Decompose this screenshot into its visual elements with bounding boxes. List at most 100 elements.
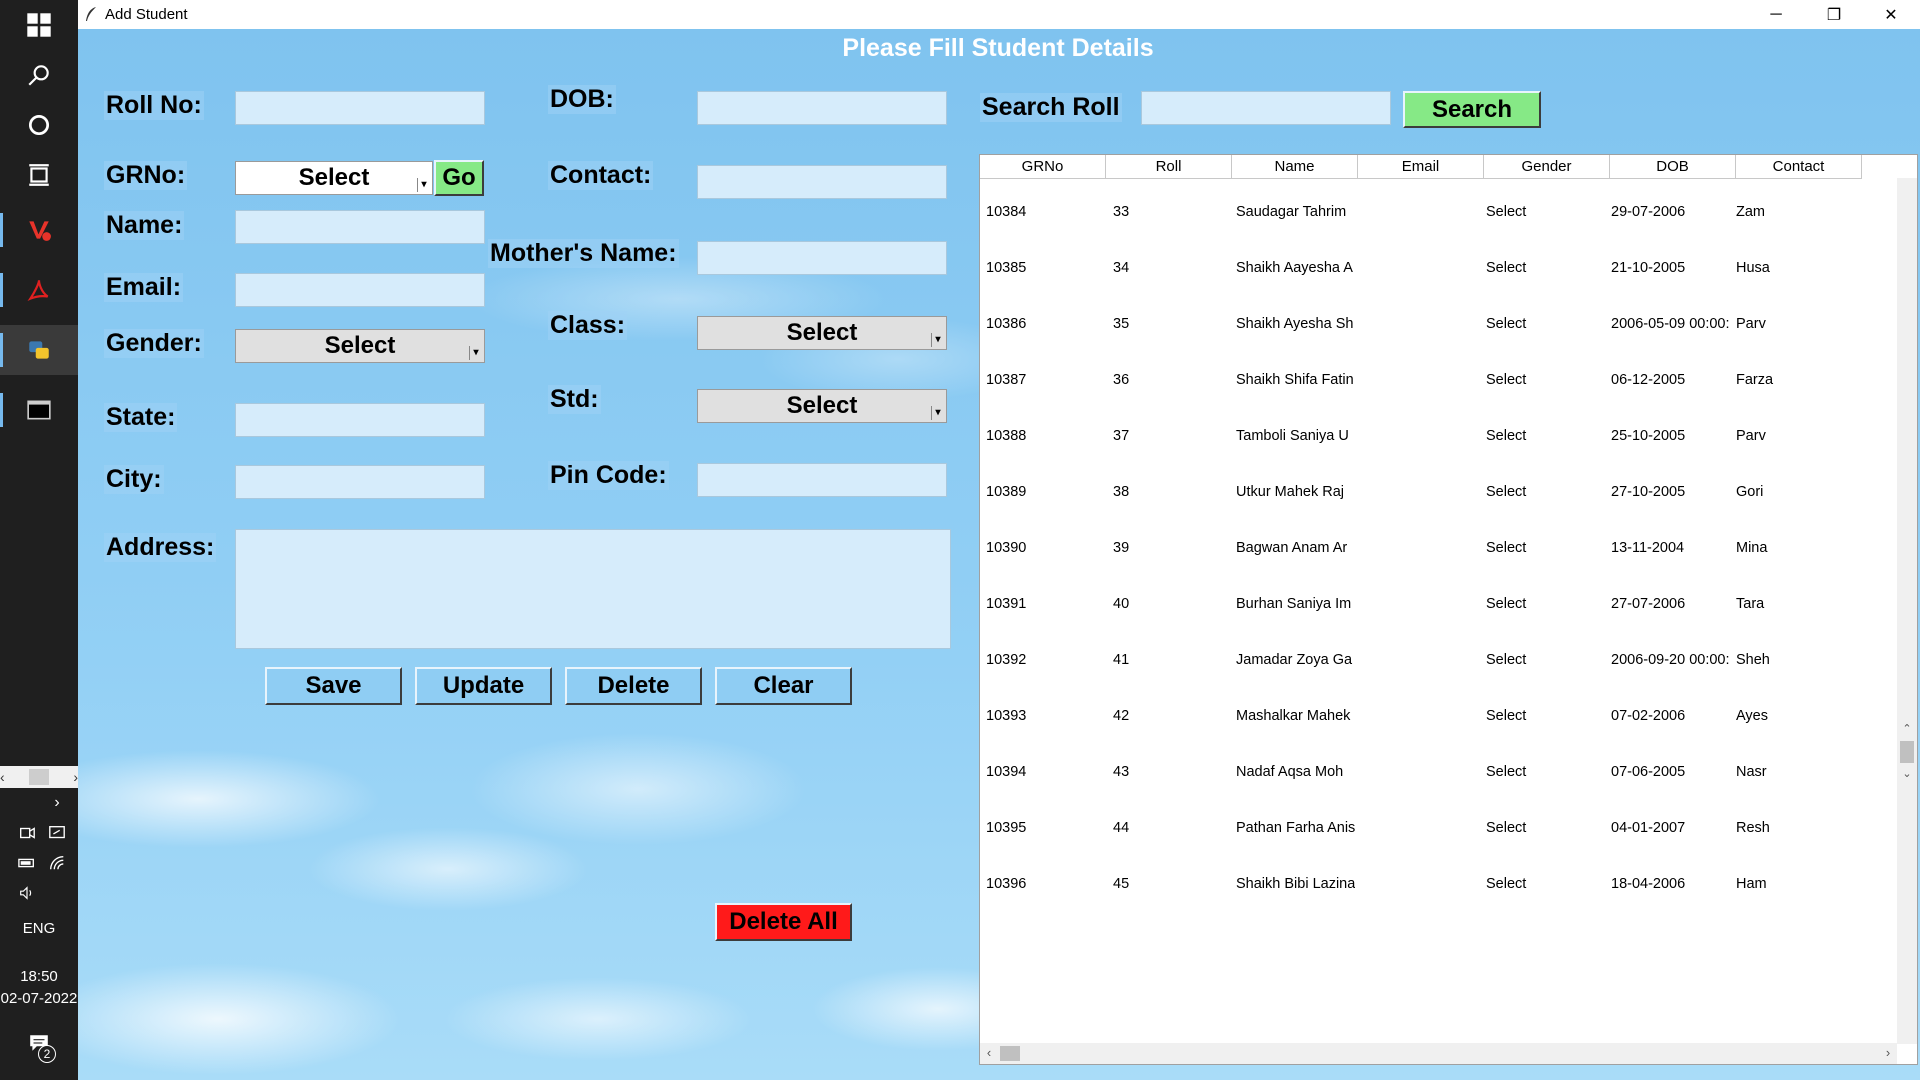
- scroll-up-icon[interactable]: ⌃: [1897, 722, 1917, 736]
- table-cell: 07-06-2005: [1611, 764, 1686, 780]
- table-cell: 43: [1113, 764, 1130, 780]
- name-input[interactable]: [235, 210, 485, 244]
- minimize-button[interactable]: ─: [1747, 0, 1805, 29]
- column-header[interactable]: Contact: [1736, 155, 1862, 179]
- table-cell: Bagwan Anam Ar: [1236, 540, 1348, 556]
- table-cell: Select: [1486, 876, 1527, 892]
- taskbar-terminal[interactable]: [0, 385, 78, 435]
- column-header[interactable]: Roll: [1106, 155, 1232, 179]
- mothers-name-label: Mother's Name:: [488, 239, 679, 268]
- table-row[interactable]: 10384 33 Saudagar Tahrim Select 29-07-2006 Za…: [980, 200, 1855, 224]
- vertical-scroll-thumb[interactable]: [1900, 741, 1914, 763]
- screen-share-icon[interactable]: [46, 822, 68, 844]
- taskbar-scrollbar[interactable]: ‹ ›: [0, 766, 78, 788]
- battery-icon[interactable]: [16, 852, 38, 874]
- meet-now-icon[interactable]: [16, 822, 38, 844]
- table-row[interactable]: 10390 39 Bagwan Anam Ar Select 13-11-2004 Min…: [980, 536, 1855, 560]
- std-select[interactable]: Select ▾: [697, 389, 947, 423]
- grno-select[interactable]: Select ▾: [235, 161, 433, 195]
- restore-button[interactable]: ❐: [1805, 0, 1863, 29]
- table-cell: 41: [1113, 652, 1130, 668]
- column-header[interactable]: GRNo: [980, 155, 1106, 179]
- clear-button[interactable]: Clear: [715, 667, 852, 705]
- class-label: Class:: [548, 311, 628, 340]
- student-table[interactable]: GRNo Roll Name Email Gender DOB Contact 10384 3…: [979, 154, 1918, 1065]
- scroll-right-icon[interactable]: ›: [1881, 1045, 1895, 1062]
- volume-icon[interactable]: [16, 882, 38, 904]
- table-row[interactable]: 10387 36 Shaikh Shifa Fatin Select 06-12-200…: [980, 368, 1855, 392]
- close-button[interactable]: ✕: [1862, 0, 1920, 29]
- column-header[interactable]: DOB: [1610, 155, 1736, 179]
- table-row[interactable]: 10391 40 Burhan Saniya Im Select 27-07-2006 T…: [980, 592, 1855, 616]
- update-button[interactable]: Update: [415, 667, 552, 705]
- table-cell: Husa: [1736, 260, 1770, 276]
- dob-input[interactable]: [697, 91, 947, 125]
- table-row[interactable]: 10389 38 Utkur Mahek Raj Select 27-10-2005 Go…: [980, 480, 1855, 504]
- column-header[interactable]: Email: [1358, 155, 1484, 179]
- table-cell: [1355, 872, 1480, 896]
- table-row[interactable]: 10394 43 Nadaf Aqsa Moh Select 07-06-2005 Nas…: [980, 760, 1855, 784]
- scroll-left-icon[interactable]: ‹: [982, 1045, 996, 1062]
- table-cell: 18-04-2006: [1611, 876, 1686, 892]
- clock-time[interactable]: 18:50: [0, 968, 78, 985]
- table-cell: 33: [1113, 204, 1130, 220]
- chevron-down-icon[interactable]: ▾: [931, 333, 944, 347]
- roll-no-input[interactable]: [235, 91, 485, 125]
- column-header[interactable]: Gender: [1484, 155, 1610, 179]
- search-button[interactable]: Search: [1403, 91, 1541, 128]
- vertical-scrollbar[interactable]: ⌃ ⌄: [1897, 178, 1917, 1044]
- chevron-down-icon[interactable]: ▾: [931, 406, 944, 420]
- std-select-value: Select: [786, 392, 858, 419]
- scroll-thumb[interactable]: [29, 769, 49, 785]
- save-button[interactable]: Save: [265, 667, 402, 705]
- gender-select-value: Select: [324, 332, 396, 359]
- table-row[interactable]: 10396 45 Shaikh Bibi Lazina Select 18-04-200…: [980, 872, 1855, 896]
- table-cell: 29-07-2006: [1611, 204, 1686, 220]
- search-button[interactable]: [0, 50, 78, 100]
- class-select[interactable]: Select ▾: [697, 316, 947, 350]
- table-row[interactable]: 10386 35 Shaikh Ayesha Sh Select 2006-05-09 …: [980, 312, 1855, 336]
- search-roll-input[interactable]: [1141, 91, 1391, 125]
- taskbar-app-v[interactable]: [0, 205, 78, 255]
- mothers-name-input[interactable]: [697, 241, 947, 275]
- email-input[interactable]: [235, 273, 485, 307]
- table-cell: Farza: [1736, 372, 1774, 388]
- window-title: Add Student: [105, 6, 188, 23]
- cortana-button[interactable]: [0, 100, 78, 150]
- taskbar-python[interactable]: [0, 325, 78, 375]
- title-bar[interactable]: Add Student ─ ❐ ✕: [78, 0, 1920, 29]
- table-row[interactable]: 10395 44 Pathan Farha Anis Select 04-01-2007…: [980, 816, 1855, 840]
- show-hidden-icons-icon[interactable]: ›: [46, 792, 68, 814]
- taskbar-acrobat[interactable]: [0, 265, 78, 315]
- table-row[interactable]: 10388 37 Tamboli Saniya U Select 25-10-2005 P…: [980, 424, 1855, 448]
- horizontal-scroll-thumb[interactable]: [1000, 1046, 1020, 1061]
- clock-date[interactable]: 02-07-2022: [0, 990, 78, 1007]
- table-row[interactable]: 10385 34 Shaikh Aayesha A Select 21-10-2005 H…: [980, 256, 1855, 280]
- address-textarea[interactable]: [235, 529, 951, 649]
- column-header[interactable]: Name: [1232, 155, 1358, 179]
- horizontal-scrollbar[interactable]: ‹ ›: [980, 1043, 1897, 1064]
- state-input[interactable]: [235, 403, 485, 437]
- language-indicator[interactable]: ENG: [0, 920, 78, 937]
- start-button[interactable]: [0, 0, 78, 50]
- task-view-button[interactable]: [0, 150, 78, 200]
- wifi-icon[interactable]: [46, 852, 68, 874]
- scroll-down-icon[interactable]: ⌄: [1897, 767, 1917, 781]
- scroll-left-icon[interactable]: ‹: [0, 769, 5, 785]
- table-row[interactable]: 10392 41 Jamadar Zoya Ga Select 2006-09-20 0…: [980, 648, 1855, 672]
- notification-badge: 2: [38, 1045, 56, 1063]
- table-row[interactable]: 10393 42 Mashalkar Mahek Select 07-02-2006 Ay…: [980, 704, 1855, 728]
- go-button[interactable]: Go: [434, 160, 484, 196]
- city-input[interactable]: [235, 465, 485, 499]
- pin-code-input[interactable]: [697, 463, 947, 497]
- table-cell: 10388: [986, 428, 1027, 444]
- table-cell: 10395: [986, 820, 1027, 836]
- delete-button[interactable]: Delete: [565, 667, 702, 705]
- chevron-down-icon[interactable]: ▾: [469, 346, 482, 360]
- delete-all-button[interactable]: Delete All: [715, 903, 852, 941]
- chevron-down-icon[interactable]: ▾: [417, 178, 430, 192]
- gender-select[interactable]: Select ▾: [235, 329, 485, 363]
- table-cell: Zam: [1736, 204, 1765, 220]
- contact-input[interactable]: [697, 165, 947, 199]
- table-cell: 34: [1113, 260, 1130, 276]
